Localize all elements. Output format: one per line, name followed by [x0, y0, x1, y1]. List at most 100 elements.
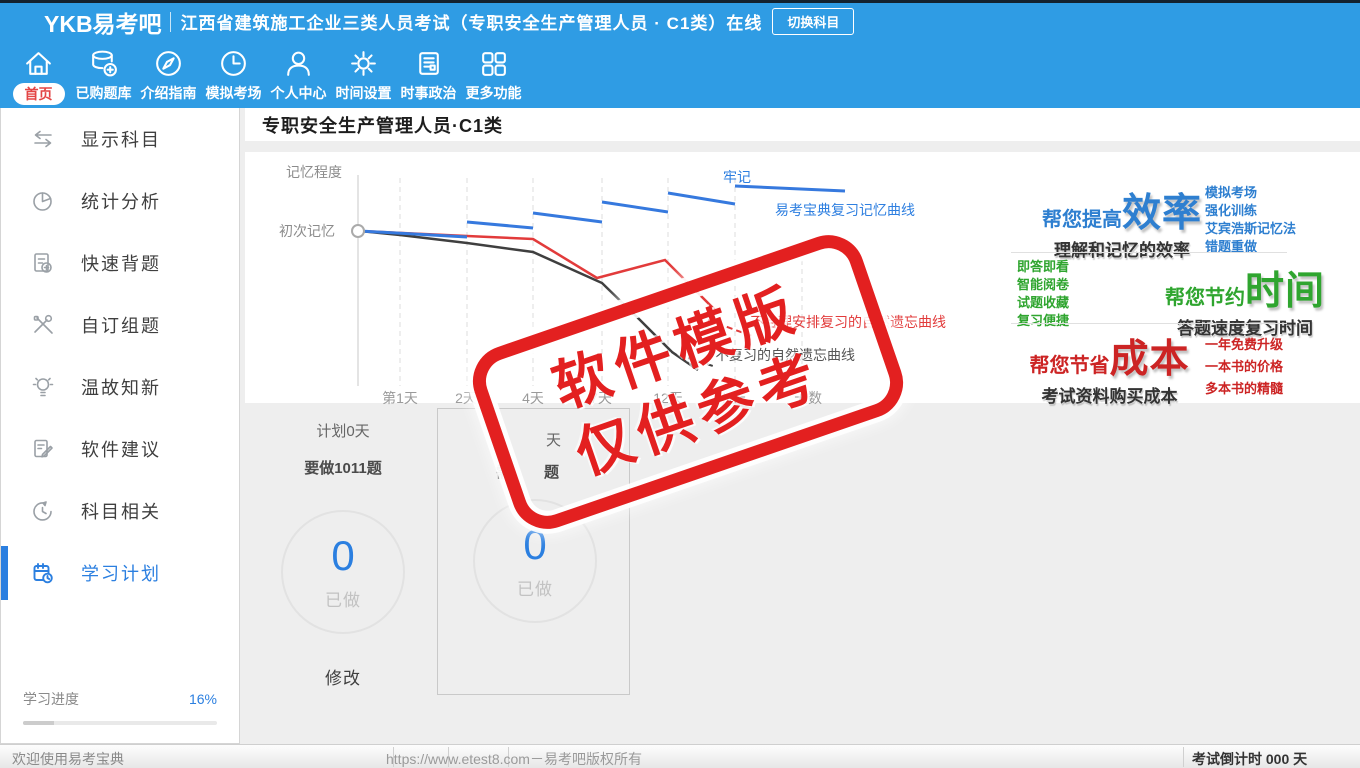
promo-list-item: 模拟考场: [1205, 185, 1258, 200]
promo-cost-block: 帮您节省成本 考试资料购买成本: [1017, 328, 1202, 407]
sidebar-item-review[interactable]: 温故知新: [1, 356, 239, 418]
promo-list-item: 错题重做: [1205, 239, 1258, 254]
compass-icon: [156, 51, 181, 76]
lightbulb-icon: [32, 377, 54, 397]
study-plan-card: 计划0天 要做1011题 0 已做 修改: [265, 420, 421, 689]
hold-firm-label: 牢记: [723, 169, 751, 185]
gear-icon: [351, 51, 376, 76]
swap-icon: [34, 130, 52, 148]
progress-bar-fill: [23, 721, 55, 725]
promo-head-small: 帮您节省: [1029, 355, 1110, 377]
promo-head-small: 帮您提高: [1041, 209, 1122, 231]
review-curve-blue: [359, 184, 846, 239]
y-axis-label: 记忆程度: [286, 164, 342, 180]
promo-sub: 考试资料购买成本: [1041, 387, 1178, 406]
sidebar-item-label: 温故知新: [81, 378, 161, 398]
initial-memory-label: 初次记忆: [279, 223, 335, 239]
sidebar-item-label: 统计分析: [81, 192, 161, 212]
statusbar: 欢迎使用易考宝典 https://www.etest8.com－易考吧版权所有 …: [0, 744, 1360, 768]
x-tick-label: 第1天: [382, 390, 418, 406]
welcome-text: 欢迎使用易考宝典: [12, 751, 124, 767]
sidebar-item-label: 快速背题: [81, 254, 161, 274]
user-icon: [287, 51, 310, 76]
promo-list-green: 即答即看 智能阅卷 试题收藏 复习便捷: [1017, 258, 1069, 330]
promo-list-red: 一年免费升级 一本书的价格 多本书的精髓: [1205, 334, 1283, 400]
plan-days-label: 计划0天: [316, 423, 370, 440]
promo-efficiency-block: 帮您提高效率 理解和记忆的效率: [1027, 182, 1217, 261]
toolbar-item-label: 时间设置: [335, 85, 392, 101]
toolbar-item-label: 首页: [12, 83, 65, 105]
toolbar-item-label: 时事政治: [400, 85, 457, 101]
doc-pencil-icon: [34, 439, 53, 458]
toolbar-item-mock-exam[interactable]: 模拟考场: [201, 40, 266, 108]
toolbar-item-guide[interactable]: 介绍指南: [136, 40, 201, 108]
sidebar-item-label: 软件建议: [81, 440, 161, 460]
exam-title: 江西省建筑施工企业三类人员考试（专职安全生产管理人员 · C1类）在线: [180, 14, 763, 33]
promo-divider: [1011, 252, 1287, 253]
toolbar-item-home[interactable]: 首页: [6, 40, 71, 108]
promo-list-item: 一年免费升级: [1205, 337, 1284, 352]
study-plan-icon: [33, 563, 53, 584]
grid-icon: [482, 52, 506, 76]
sidebar-item-label: 自订组题: [81, 316, 161, 336]
sidebar-item-label: 科目相关: [81, 502, 161, 522]
toolbar-item-time-settings[interactable]: 时间设置: [331, 40, 396, 108]
promo-list-blue: 模拟考场 强化训练 艾宾浩斯记忆法 错题重做: [1205, 184, 1296, 256]
done-count-value: 0: [331, 531, 355, 579]
blue-curve-legend: 易考宝典复习记忆曲线: [775, 202, 915, 218]
modify-plan-button[interactable]: 修改: [265, 664, 421, 689]
study-progress-section: 学习进度 16%: [1, 689, 239, 725]
titlebar: YKB易考吧 江西省建筑施工企业三类人员考试（专职安全生产管理人员 · C1类）…: [0, 0, 1360, 40]
clock-icon: [221, 51, 246, 76]
toolbar-item-label: 已购题库: [75, 85, 132, 101]
promo-head-small: 帮您节约: [1164, 287, 1245, 309]
sidebar-item-software-suggestions[interactable]: 软件建议: [1, 418, 239, 480]
plan-total-questions-label: 要做1011题: [304, 460, 382, 477]
news-icon: [419, 52, 439, 75]
pie-chart-icon: [33, 192, 52, 211]
today-done-value: 0: [523, 520, 547, 568]
sidebar-item-subject-related[interactable]: 科目相关: [1, 480, 239, 542]
promo-list-item: 多本书的精髓: [1205, 381, 1284, 396]
promo-list-item: 试题收藏: [1017, 295, 1070, 310]
sidebar-item-quick-memorize[interactable]: 快速背题: [1, 232, 239, 294]
toolbar-item-label: 更多功能: [465, 85, 522, 101]
promo-head-big: 效率: [1121, 192, 1202, 235]
promo-head-big: 成本: [1109, 338, 1190, 381]
sidebar: 显示科目 统计分析 快速背题 自订组题 温故知新 软件建议 科目相关 学习计划: [0, 108, 240, 744]
sidebar-item-study-plan[interactable]: 学习计划: [1, 542, 239, 604]
statusbar-divider: [1183, 747, 1184, 767]
done-count-circle[interactable]: 0 已做: [281, 510, 405, 634]
sidebar-item-label: 显示科目: [81, 130, 161, 150]
promo-list-item: 强化训练: [1205, 203, 1258, 218]
toolbar-item-user-center[interactable]: 个人中心: [266, 40, 331, 108]
logo-divider: [169, 11, 171, 32]
start-point-marker: [351, 224, 365, 238]
promo-panel: 帮您提高效率 理解和记忆的效率 模拟考场 强化训练 艾宾浩斯记忆法 错题重做 即…: [1005, 182, 1353, 406]
progress-bar: [23, 721, 217, 725]
done-count-label: 已做: [325, 590, 361, 610]
today-done-label: 已做: [517, 579, 553, 599]
toolbar-item-politics-news[interactable]: 时事政治: [396, 40, 461, 108]
promo-list-item: 即答即看: [1017, 259, 1070, 274]
toolbar-item-label: 个人中心: [270, 85, 327, 101]
toolbar-item-label: 模拟考场: [205, 85, 262, 101]
progress-label: 学习进度: [23, 691, 79, 707]
promo-list-item: 一本书的价格: [1205, 359, 1284, 374]
sidebar-item-show-subjects[interactable]: 显示科目: [1, 108, 239, 170]
sidebar-item-custom-questions[interactable]: 自订组题: [1, 294, 239, 356]
promo-list-item: 智能阅卷: [1017, 277, 1070, 292]
tools-icon: [33, 314, 53, 334]
toolbar-item-more-features[interactable]: 更多功能: [461, 40, 526, 108]
copyright-url-text: https://www.etest8.com－易考吧版权所有: [386, 751, 642, 767]
promo-head-big: 时间: [1244, 270, 1325, 313]
switch-subject-button[interactable]: 切换科目: [772, 8, 855, 35]
sidebar-item-statistics[interactable]: 统计分析: [1, 170, 239, 232]
promo-list-item: 艾宾浩斯记忆法: [1205, 221, 1297, 236]
main-toolbar: 首页 已购题库 介绍指南 模拟考场 个人中心 时间设置 时事政治 更多功能: [0, 40, 1360, 108]
toolbar-item-question-bank[interactable]: 已购题库: [71, 40, 136, 108]
sidebar-item-label: 学习计划: [81, 564, 161, 584]
app-logo: YKB易考吧: [44, 10, 162, 37]
progress-percent: 16%: [188, 691, 217, 707]
subject-clock-icon: [33, 501, 52, 521]
